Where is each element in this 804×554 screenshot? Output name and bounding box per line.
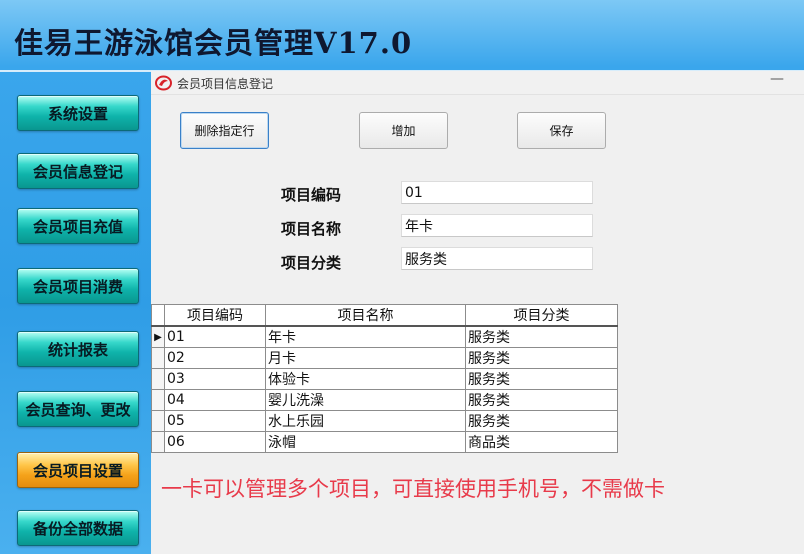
delete-row-button[interactable]: 删除指定行	[180, 112, 269, 149]
promo-text: 一卡可以管理多个项目，可直接使用手机号，不需做卡	[161, 477, 665, 501]
grid-cell-code[interactable]: 02	[164, 347, 266, 369]
table-row[interactable]: 06 泳帽 商品类	[151, 431, 618, 453]
grid-cell-code[interactable]: 01	[164, 325, 266, 348]
grid-cell-name[interactable]: 月卡	[265, 347, 466, 369]
sidebar-item-statistics-report[interactable]: 统计报表	[17, 331, 139, 367]
grid-cell-category[interactable]: 服务类	[465, 368, 618, 390]
sidebar-item-project-consumption[interactable]: 会员项目消费	[17, 268, 139, 304]
app-logo-icon	[155, 75, 172, 91]
grid-cell-category[interactable]: 服务类	[465, 410, 618, 432]
project-code-input[interactable]: 01	[401, 181, 593, 204]
window-title: 会员项目信息登记	[177, 77, 274, 91]
window-titlebar: 会员项目信息登记 —	[151, 71, 804, 95]
sidebar-item-backup-data[interactable]: 备份全部数据	[17, 510, 139, 546]
app-title: 佳易王游泳馆会员管理V17.0	[14, 26, 413, 60]
grid-cell-code[interactable]: 04	[164, 389, 266, 411]
project-name-label: 项目名称	[281, 220, 342, 238]
grid-cell-category[interactable]: 商品类	[465, 431, 618, 453]
project-grid: 项目编码 项目名称 项目分类 ▶ 01 年卡 服务类 02 月卡 服务类 03 …	[151, 304, 618, 453]
grid-cell-name[interactable]: 婴儿洗澡	[265, 389, 466, 411]
grid-cell-category[interactable]: 服务类	[465, 325, 618, 348]
grid-header-code[interactable]: 项目编码	[164, 304, 266, 327]
minimize-button[interactable]: —	[770, 71, 784, 87]
grid-cell-name[interactable]: 体验卡	[265, 368, 466, 390]
row-selector[interactable]	[151, 410, 165, 432]
project-code-label: 项目编码	[281, 186, 342, 204]
grid-cell-category[interactable]: 服务类	[465, 389, 618, 411]
sidebar-item-member-query[interactable]: 会员查询、更改	[17, 391, 139, 427]
window-body: 删除指定行 增加 保存 项目编码 01 项目名称 年卡 项目分类 服务类 项目编…	[151, 95, 804, 554]
sidebar-item-system-settings[interactable]: 系统设置	[17, 95, 139, 131]
grid-cell-category[interactable]: 服务类	[465, 347, 618, 369]
grid-header-row: 项目编码 项目名称 项目分类	[151, 304, 618, 327]
row-selector[interactable]	[151, 389, 165, 411]
table-row[interactable]: 04 婴儿洗澡 服务类	[151, 389, 618, 411]
grid-cell-name[interactable]: 年卡	[265, 325, 466, 348]
grid-cell-code[interactable]: 06	[164, 431, 266, 453]
project-registration-window: 会员项目信息登记 — 删除指定行 增加 保存 项目编码 01 项目名称 年卡 项…	[151, 71, 804, 554]
project-category-input[interactable]: 服务类	[401, 247, 593, 270]
table-row[interactable]: 03 体验卡 服务类	[151, 368, 618, 390]
save-button[interactable]: 保存	[517, 112, 606, 149]
grid-header-name[interactable]: 项目名称	[265, 304, 466, 327]
add-button[interactable]: 增加	[359, 112, 448, 149]
sidebar-item-member-registration[interactable]: 会员信息登记	[17, 153, 139, 189]
sidebar-item-project-settings[interactable]: 会员项目设置	[17, 452, 139, 488]
table-row[interactable]: 02 月卡 服务类	[151, 347, 618, 369]
grid-cell-code[interactable]: 05	[164, 410, 266, 432]
project-name-input[interactable]: 年卡	[401, 214, 593, 237]
current-row-indicator-icon: ▶	[151, 325, 165, 348]
table-row[interactable]: 05 水上乐园 服务类	[151, 410, 618, 432]
grid-row-selector-header	[151, 304, 165, 327]
table-row[interactable]: ▶ 01 年卡 服务类	[151, 325, 618, 348]
row-selector[interactable]	[151, 368, 165, 390]
grid-cell-name[interactable]: 水上乐园	[265, 410, 466, 432]
project-category-label: 项目分类	[281, 254, 342, 272]
grid-cell-code[interactable]: 03	[164, 368, 266, 390]
grid-cell-name[interactable]: 泳帽	[265, 431, 466, 453]
row-selector[interactable]	[151, 431, 165, 453]
grid-header-category[interactable]: 项目分类	[465, 304, 618, 327]
sidebar-item-project-recharge[interactable]: 会员项目充值	[17, 208, 139, 244]
row-selector[interactable]	[151, 347, 165, 369]
